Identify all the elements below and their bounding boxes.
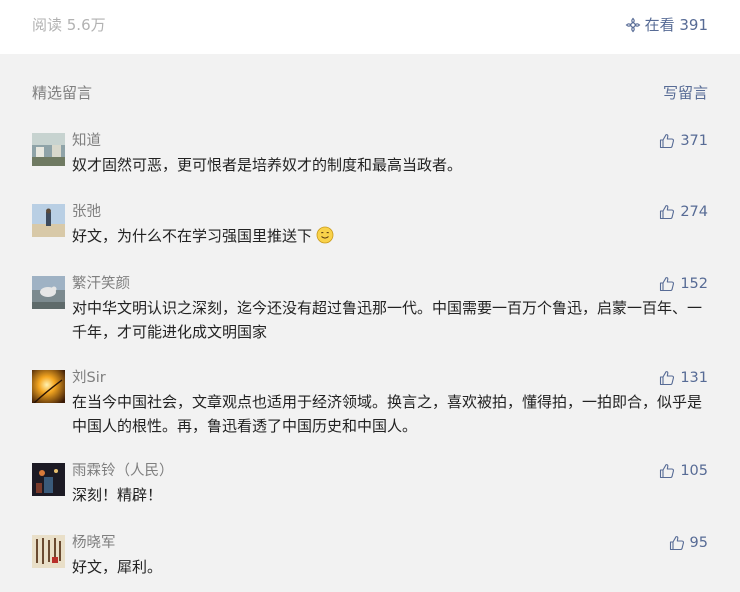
featured-comments-title: 精选留言 xyxy=(32,84,93,102)
comment-text: 好文，为什么不在学习强国里推送下 xyxy=(72,224,708,248)
comment-author[interactable]: 张弛 xyxy=(72,202,101,222)
comment-text: 奴才固然可恶，更可恨者是培养奴才的制度和最高当政者。 xyxy=(72,156,463,174)
avatar[interactable] xyxy=(32,133,65,166)
like-count: 371 xyxy=(680,133,708,149)
like-count: 152 xyxy=(680,276,708,292)
thumbs-up-icon xyxy=(660,277,675,292)
comment-text: 对中华文明认识之深刻，迄今还没有超过鲁迅那一代。中国需要一百万个鲁迅，启蒙一百年… xyxy=(72,299,703,341)
comment-author[interactable]: 刘Sir xyxy=(72,368,106,388)
comment-text: 好文，犀利。 xyxy=(72,558,163,576)
thumbs-up-icon xyxy=(660,371,675,386)
avatar[interactable] xyxy=(32,370,65,403)
comment-text: 深刻！精辟！ xyxy=(72,486,163,504)
comment-text: 在当今中国社会，文章观点也适用于经济领域。换言之，喜欢被拍，懂得拍，一拍即合，似… xyxy=(72,393,703,435)
comment-text-body: 好文，为什么不在学习强国里推送下 xyxy=(72,227,313,245)
read-count: 阅读 5.6万 xyxy=(32,16,106,34)
thumbs-up-icon xyxy=(660,134,675,149)
like-button[interactable]: 371 xyxy=(659,131,708,151)
like-count: 105 xyxy=(680,463,708,479)
comments-header: 精选留言 写留言 xyxy=(32,82,708,104)
flower-icon xyxy=(625,17,640,33)
article-stats-bar: 阅读 5.6万 在看 391 xyxy=(0,0,740,54)
watching-button[interactable]: 在看 391 xyxy=(625,15,708,35)
comment-author[interactable]: 雨霖铃（人民） xyxy=(72,461,174,481)
like-count: 131 xyxy=(680,370,708,386)
smile-emoji-icon xyxy=(316,226,334,244)
thumbs-up-icon xyxy=(660,464,675,479)
watching-label: 在看 391 xyxy=(644,16,708,34)
comment-author[interactable]: 知道 xyxy=(72,131,101,151)
like-button[interactable]: 95 xyxy=(669,533,708,553)
like-button[interactable]: 131 xyxy=(659,368,708,388)
avatar[interactable] xyxy=(32,204,65,237)
thumbs-up-icon xyxy=(660,205,675,220)
like-count: 274 xyxy=(680,204,708,220)
thumbs-up-icon xyxy=(669,536,684,551)
avatar[interactable] xyxy=(32,535,65,568)
comment-author[interactable]: 杨晓军 xyxy=(72,533,116,553)
write-comment-link[interactable]: 写留言 xyxy=(663,82,708,104)
avatar[interactable] xyxy=(32,276,65,309)
like-button[interactable]: 152 xyxy=(659,274,708,294)
like-button[interactable]: 105 xyxy=(659,461,708,481)
like-button[interactable]: 274 xyxy=(659,202,708,222)
avatar[interactable] xyxy=(32,463,65,496)
like-count: 95 xyxy=(689,535,708,551)
comment-author[interactable]: 繁汗笑颜 xyxy=(72,274,130,294)
